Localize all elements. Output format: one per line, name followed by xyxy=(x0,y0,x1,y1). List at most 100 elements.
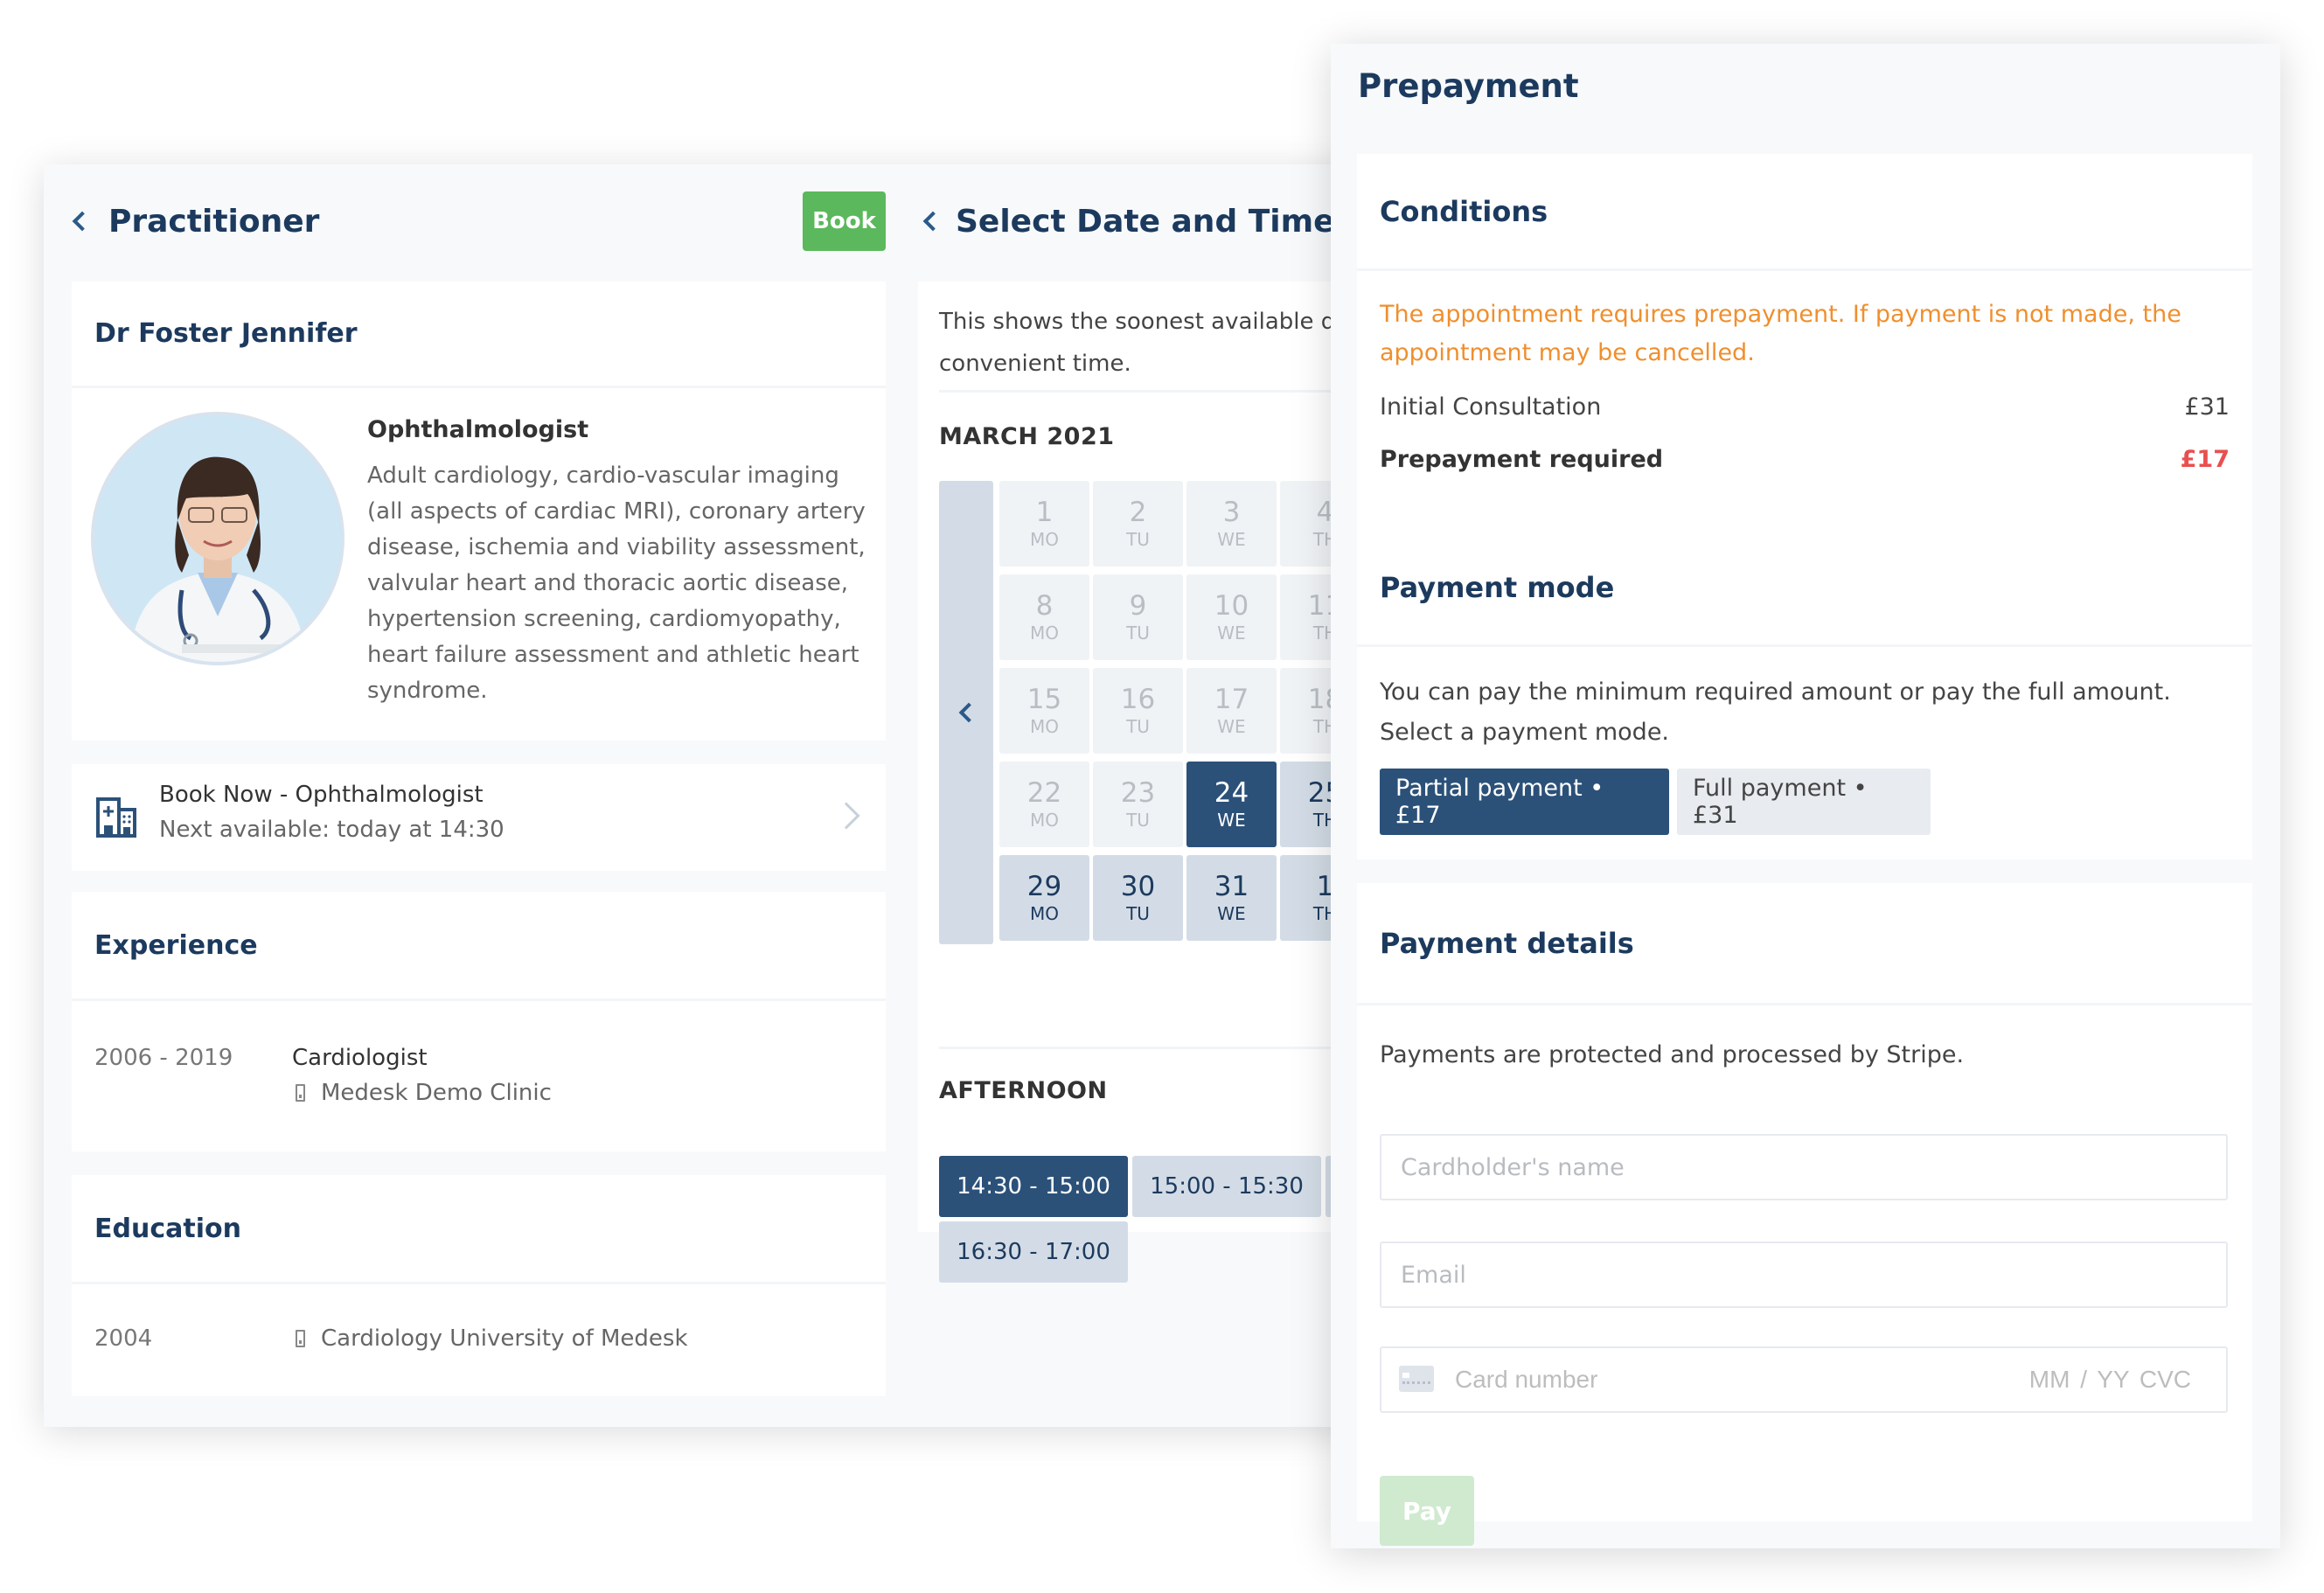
day-of-week: TU xyxy=(1126,623,1150,643)
calendar-day[interactable]: 10 WE xyxy=(1186,574,1277,660)
calendar-day[interactable]: 3 WE xyxy=(1186,481,1277,567)
specialty-label: Ophthalmologist xyxy=(367,416,589,443)
email-input[interactable] xyxy=(1381,1243,2226,1306)
building-icon xyxy=(296,1084,305,1102)
day-number: 30 xyxy=(1120,871,1156,902)
book-button[interactable]: Book xyxy=(803,191,886,251)
experience-place-label: Medesk Demo Clinic xyxy=(321,1080,552,1106)
day-number: 3 xyxy=(1222,497,1241,528)
day-number: 10 xyxy=(1214,590,1249,622)
education-year: 2004 xyxy=(94,1325,153,1352)
doctor-photo-icon xyxy=(94,415,341,662)
divider xyxy=(939,1047,1373,1049)
day-of-week: MO xyxy=(1030,529,1059,550)
calendar-day[interactable]: 24 WE xyxy=(1186,762,1277,847)
calendar-day[interactable]: 30 TU xyxy=(1093,855,1183,941)
practitioner-title: Practitioner xyxy=(108,203,320,240)
prepayment-panel: Prepayment Conditions The appointment re… xyxy=(1331,44,2280,1548)
calendar-day[interactable]: 29 MO xyxy=(999,855,1089,941)
day-number: 31 xyxy=(1214,871,1249,902)
card-field[interactable]: Card number MM / YY CVC xyxy=(1380,1346,2228,1413)
next-available: Next available: today at 14:30 xyxy=(159,817,504,843)
date-intro: This shows the soonest available da conv… xyxy=(939,301,1373,385)
experience-years: 2006 - 2019 xyxy=(94,1045,233,1071)
chevron-right-icon xyxy=(832,802,860,830)
day-number: 29 xyxy=(1026,871,1062,902)
calendar-day[interactable]: 17 WE xyxy=(1186,668,1277,754)
calendar-day[interactable]: 15 MO xyxy=(999,668,1089,754)
day-of-week: WE xyxy=(1217,529,1246,550)
conditions-card: Conditions The appointment requires prep… xyxy=(1357,154,2252,550)
pay-button[interactable]: Pay xyxy=(1380,1476,1474,1546)
calendar-day[interactable]: 1 MO xyxy=(999,481,1089,567)
specialty-description: Adult cardiology, cardio-vascular imagin… xyxy=(367,463,866,704)
profile-body: Ophthalmologist Adult cardiology, cardio… xyxy=(72,388,886,741)
partial-payment-button[interactable]: Partial payment • £17 xyxy=(1380,769,1669,835)
day-of-week: MO xyxy=(1030,810,1059,831)
cardholder-name-input[interactable] xyxy=(1381,1136,2226,1199)
expiry-cvc-placeholder[interactable]: MM / YY CVC xyxy=(2029,1348,2191,1411)
calendar-day[interactable]: 22 MO xyxy=(999,762,1089,847)
calendar-day[interactable]: 8 MO xyxy=(999,574,1089,660)
payment-mode-description: You can pay the minimum required amount … xyxy=(1380,678,2171,746)
time-slot[interactable]: 16:30 - 17:00 xyxy=(939,1221,1128,1283)
chevron-left-icon xyxy=(958,702,979,723)
calendar-day[interactable]: 23 TU xyxy=(1093,762,1183,847)
time-slot[interactable]: 14:30 - 15:00 xyxy=(939,1156,1128,1217)
experience-place: Medesk Demo Clinic xyxy=(292,1080,552,1106)
date-intro-line2: convenient time. xyxy=(939,351,1131,377)
day-number: 16 xyxy=(1120,684,1156,715)
day-of-week: MO xyxy=(1030,903,1059,924)
email-field[interactable] xyxy=(1380,1242,2228,1308)
payment-details-card: Payment details Payments are protected a… xyxy=(1357,883,2252,1546)
practitioner-name: Dr Foster Jennifer xyxy=(72,282,886,388)
date-header: Select Date and Time xyxy=(922,199,1335,243)
book-now-title: Book Now - Ophthalmologist xyxy=(159,782,484,808)
card-number-placeholder[interactable]: Card number xyxy=(1455,1348,1597,1411)
day-of-week: WE xyxy=(1217,623,1246,643)
education-heading: Education xyxy=(72,1175,886,1284)
book-now-item[interactable]: Book Now - Ophthalmologist Next availabl… xyxy=(72,764,886,871)
payment-mode-heading: Payment mode xyxy=(1357,530,2252,647)
back-chevron-icon[interactable] xyxy=(72,211,93,232)
back-chevron-icon[interactable] xyxy=(922,211,943,232)
stripe-notice: Payments are protected and processed by … xyxy=(1380,1041,1965,1068)
line-item-amount: £31 xyxy=(2184,393,2230,421)
day-of-week: MO xyxy=(1030,716,1059,737)
payment-mode-card: Payment mode You can pay the minimum req… xyxy=(1357,530,2252,859)
calendar-day[interactable]: 2 TU xyxy=(1093,481,1183,567)
calendar-day[interactable]: 16 TU xyxy=(1093,668,1183,754)
day-number: 24 xyxy=(1214,777,1249,809)
calendar-prev-button[interactable] xyxy=(939,481,993,944)
day-of-week: WE xyxy=(1217,903,1246,924)
calendar-day[interactable]: 31 WE xyxy=(1186,855,1277,941)
day-number: 9 xyxy=(1129,590,1147,622)
date-title: Select Date and Time xyxy=(956,203,1335,240)
practitioner-header: Practitioner xyxy=(70,199,319,243)
line-item-consultation: Initial Consultation £31 xyxy=(1380,393,2230,421)
full-payment-button[interactable]: Full payment • £31 xyxy=(1677,769,1931,835)
calendar-day[interactable]: 9 TU xyxy=(1093,574,1183,660)
line-item-label: Prepayment required xyxy=(1380,446,1664,473)
day-number: 2 xyxy=(1129,497,1147,528)
prepayment-warning: The appointment requires prepayment. If … xyxy=(1380,301,2181,366)
education-card: Education 2004 Cardiology University of … xyxy=(72,1175,886,1396)
booking-panel: Practitioner Book Dr Foster Jennifer Oph… xyxy=(44,164,1373,1427)
education-place-label: Cardiology University of Medesk xyxy=(321,1325,688,1352)
hospital-icon xyxy=(96,797,136,838)
day-of-week: TU xyxy=(1126,529,1150,550)
day-number: 8 xyxy=(1035,590,1054,622)
period-label: AFTERNOON xyxy=(939,1077,1108,1104)
experience-role: Cardiologist xyxy=(292,1045,428,1071)
month-label: MARCH 2021 xyxy=(939,423,1115,450)
payment-details-heading: Payment details xyxy=(1357,883,2252,1005)
cardholder-name-field[interactable] xyxy=(1380,1134,2228,1200)
day-number: 1 xyxy=(1035,497,1054,528)
conditions-heading: Conditions xyxy=(1357,154,2252,271)
doctor-avatar xyxy=(91,412,344,665)
line-item-label: Initial Consultation xyxy=(1380,393,1602,421)
day-of-week: MO xyxy=(1030,623,1059,643)
time-slot[interactable]: 15:00 - 15:30 xyxy=(1132,1156,1321,1217)
day-of-week: TU xyxy=(1126,903,1150,924)
divider xyxy=(939,390,1373,393)
